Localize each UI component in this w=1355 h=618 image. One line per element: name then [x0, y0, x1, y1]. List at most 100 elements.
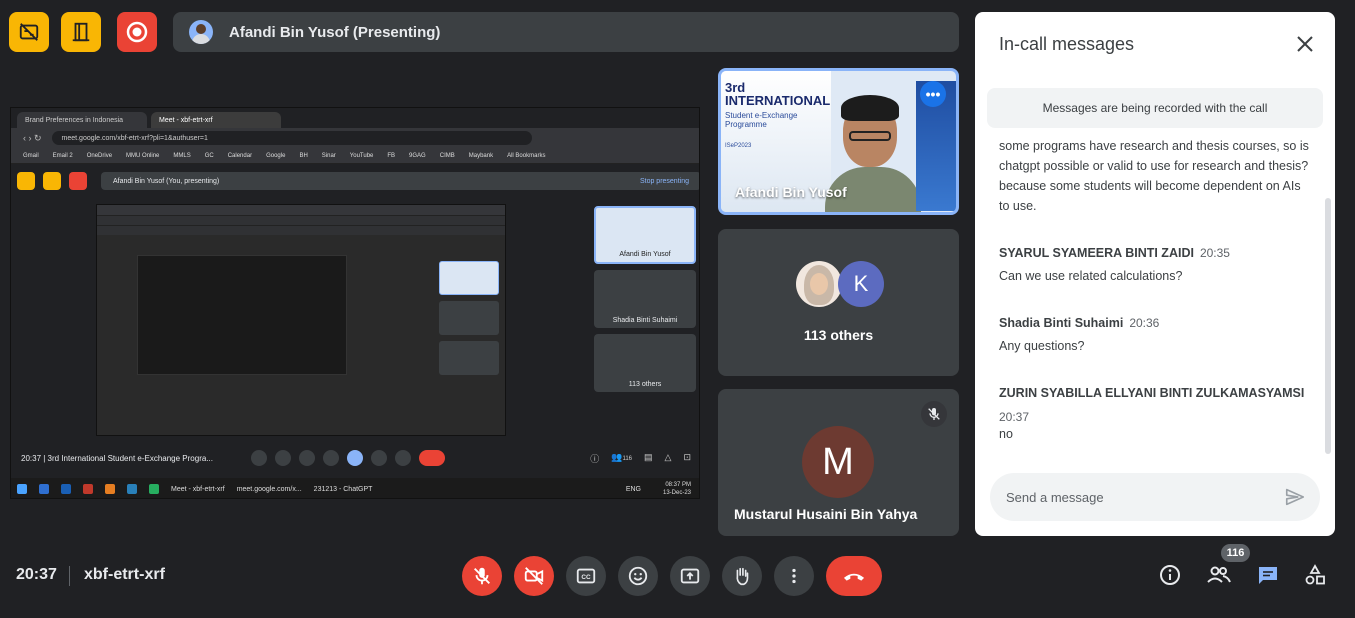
taskbar-app-icon — [61, 484, 71, 494]
meeting-details-button[interactable] — [1157, 562, 1183, 588]
people-button[interactable] — [1206, 562, 1232, 588]
participant-avatar-m: M — [802, 426, 874, 498]
browser-address-bar: ‹ › ↻ meet.google.com/xbf-etrt-xrf?pli=1… — [11, 128, 699, 148]
message-item: SYARUL SYAMEERA BINTI ZAIDI 20:35 Can we … — [999, 246, 1309, 286]
mini-presenting-text: Afandi Bin Yusof (You, presenting) — [113, 177, 220, 185]
more-options-button[interactable] — [774, 556, 814, 596]
door-button[interactable] — [61, 12, 101, 52]
presenter-tile-label: Afandi Bin Yusof — [735, 184, 847, 200]
presenter-video-tile[interactable]: 3rd INTERNATIONAL Student e-Exchange Prog… — [718, 68, 959, 215]
bookmark: Sinar — [321, 152, 336, 159]
taskbar-url: meet.google.com/x... — [236, 485, 302, 493]
captions-button[interactable]: CC — [566, 556, 606, 596]
bookmark: All Bookmarks — [507, 152, 546, 159]
send-message-input[interactable] — [1006, 489, 1266, 505]
mini-more-icon — [395, 450, 411, 466]
mini-lock-icon: ⊡ — [683, 451, 691, 462]
mini-control-text: 20:37 | 3rd International Student e-Exch… — [21, 453, 213, 463]
mini-camera-icon — [275, 450, 291, 466]
bookmarks-bar: Gmail Email 2 OneDrive MMU Online MMLS G… — [11, 148, 699, 164]
chat-icon — [1259, 567, 1277, 584]
chat-button[interactable] — [1255, 562, 1281, 588]
bookmark: BH — [299, 152, 308, 159]
bookmark: Maybank — [468, 152, 494, 159]
mini-people-icon: 👥116 — [611, 451, 633, 462]
message-scrollbar[interactable] — [1325, 198, 1331, 454]
tile-more-options-button[interactable]: ••• — [920, 81, 946, 107]
bookmark: Gmail — [23, 152, 39, 159]
emoji-icon — [628, 566, 648, 586]
message-composer — [990, 473, 1320, 521]
microphone-off-button[interactable] — [462, 556, 502, 596]
bookmark: MMU Online — [126, 152, 160, 159]
participant-tile-mustarul[interactable]: M Mustarul Husaini Bin Yahya — [718, 389, 959, 536]
message-sender: Shadia Binti Suhaimi — [999, 316, 1124, 330]
message-time: 20:35 — [1199, 246, 1230, 260]
mini-tile-shadia: Shadia Binti Suhaimi — [594, 270, 696, 328]
others-tile[interactable]: K 113 others — [718, 229, 959, 376]
mini-control-bar: 20:37 | 3rd International Student e-Exch… — [11, 446, 699, 470]
mini-record-icon — [69, 172, 87, 190]
poster-line3: Student e-Exchange Programme — [725, 111, 798, 129]
taskbar-app-icon — [83, 484, 93, 494]
in-call-messages-panel: In-call messages Messages are being reco… — [975, 12, 1335, 536]
shared-meet-view: Afandi Bin Yusof (You, presenting) Stop … — [11, 164, 699, 480]
browser-tabs: Brand Preferences in Indonesia Meet - xb… — [11, 108, 699, 128]
present-screen-button[interactable] — [670, 556, 710, 596]
meeting-clock: 20:37 — [16, 566, 57, 583]
mini-hand-icon — [371, 450, 387, 466]
windows-taskbar: Meet - xbf-etrt-xrf meet.google.com/x...… — [11, 478, 699, 498]
hand-icon — [736, 567, 749, 586]
poster-line2: INTERNATIONAL — [725, 93, 831, 108]
browser-tab-active: Meet - xbf-etrt-xrf — [151, 112, 281, 128]
people-icon — [1207, 566, 1231, 583]
mini-tile-presenter: Afandi Bin Yusof — [594, 206, 696, 264]
activities-button[interactable] — [1302, 562, 1328, 588]
leave-call-button[interactable] — [826, 556, 882, 596]
camera-off-icon — [524, 567, 544, 585]
taskbar-app-icon — [39, 484, 49, 494]
bookmark: Google — [266, 152, 286, 159]
emoji-button[interactable] — [618, 556, 658, 596]
message-text: Can we use related calculations? — [999, 269, 1183, 283]
mini-info-icon: ⓘ — [590, 453, 600, 464]
others-label: 113 others — [803, 327, 874, 343]
mini-mic-icon — [251, 450, 267, 466]
raise-hand-button[interactable] — [722, 556, 762, 596]
message-item: some programs have research and thesis c… — [999, 136, 1309, 216]
nested-tile — [439, 261, 499, 295]
shared-screen: Brand Preferences in Indonesia Meet - xb… — [10, 107, 700, 499]
participant-avatar — [796, 261, 842, 307]
poster-line4: ISeP2023 — [725, 143, 752, 149]
bookmark: GC — [204, 152, 214, 159]
nested-tile — [439, 301, 499, 335]
captions-off-button[interactable] — [9, 12, 49, 52]
message-item: Shadia Binti Suhaimi 20:36 Any questions? — [999, 316, 1309, 356]
windows-start-icon — [17, 484, 27, 494]
record-button[interactable] — [117, 12, 157, 52]
taskbar-app-icon — [127, 484, 137, 494]
taskbar-clock-time: 08:37 PM — [665, 482, 691, 488]
taskbar-chat: 231213 - ChatGPT — [313, 485, 373, 493]
message-list[interactable]: some programs have research and thesis c… — [999, 130, 1309, 465]
browser-nav-icon: ‹ › ↻ — [23, 132, 42, 143]
taskbar-clock: 08:37 PM 13-Dec-23 — [663, 481, 691, 497]
message-text: some programs have research and thesis c… — [999, 139, 1309, 213]
presenting-bar: Afandi Bin Yusof (Presenting) — [173, 12, 959, 52]
taskbar-app-icon — [149, 484, 159, 494]
mini-presenting-bar: Afandi Bin Yusof (You, presenting) Stop … — [101, 172, 699, 190]
send-icon[interactable] — [1284, 486, 1306, 508]
end-call-icon — [843, 573, 865, 581]
taskbar-lang: ENG — [625, 485, 641, 493]
present-icon — [680, 568, 700, 584]
bookmark: YouTube — [349, 152, 374, 159]
mini-captions-icon — [299, 450, 315, 466]
camera-off-button[interactable] — [514, 556, 554, 596]
close-icon[interactable] — [1293, 32, 1317, 56]
bookmark: OneDrive — [86, 152, 113, 159]
mini-door-icon — [43, 172, 61, 190]
message-text: Any questions? — [999, 339, 1085, 353]
bookmark: MMLS — [173, 152, 191, 159]
svg-text:CC: CC — [581, 574, 591, 581]
more-vert-icon — [792, 568, 796, 584]
